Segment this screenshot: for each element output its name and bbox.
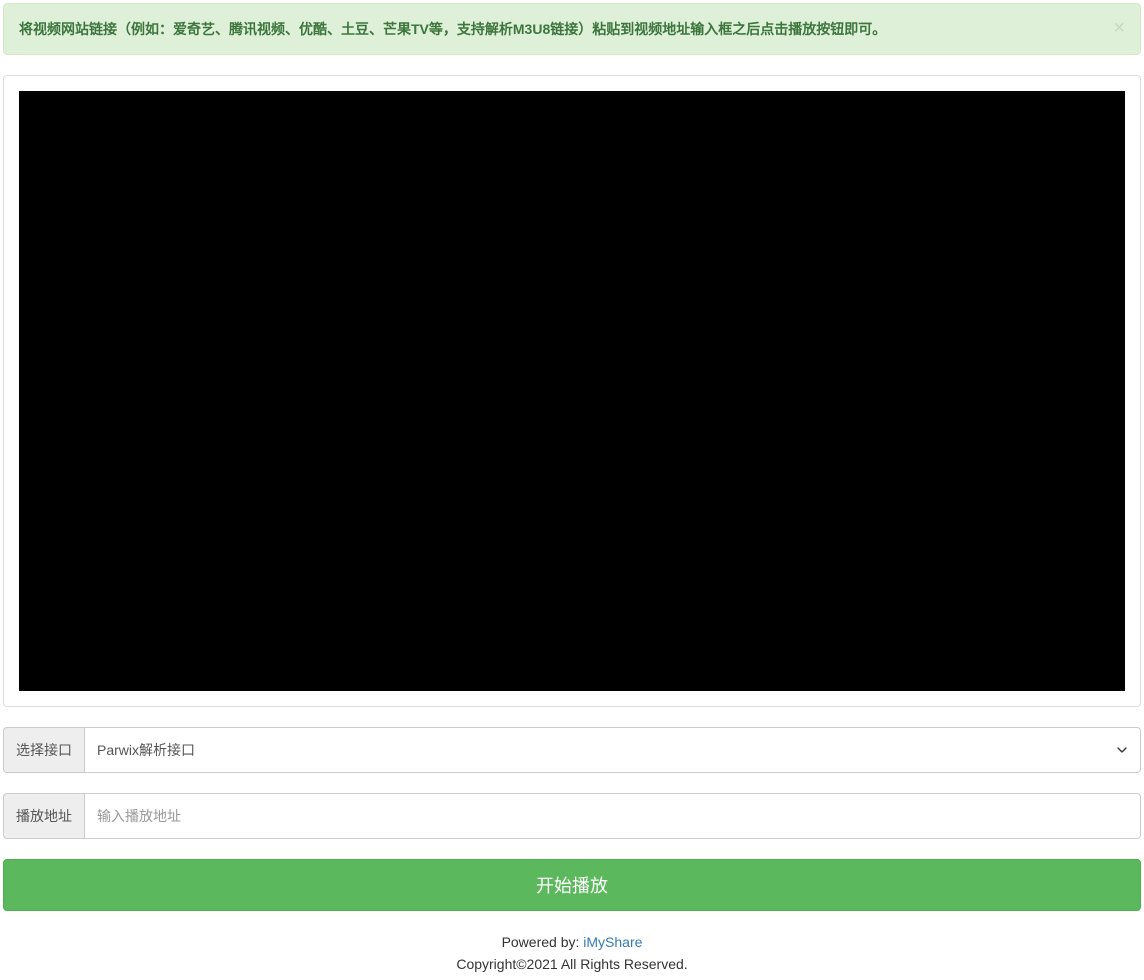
powered-by-line: Powered by: iMyShare [0, 931, 1144, 953]
info-alert: 将视频网站链接（例如：爱奇艺、腾讯视频、优酷、土豆、芒果TV等，支持解析M3U8… [3, 3, 1141, 55]
powered-by-text: Powered by: [502, 934, 584, 950]
url-input-label: 播放地址 [3, 793, 84, 839]
footer: Powered by: iMyShare Copyright©2021 All … [0, 931, 1144, 976]
url-input[interactable] [84, 793, 1141, 839]
interface-select-group: 选择接口 Parwix解析接口 [3, 727, 1141, 773]
interface-select-label: 选择接口 [3, 727, 84, 773]
url-input-group: 播放地址 [3, 793, 1141, 839]
video-panel [3, 75, 1141, 707]
copyright-text: Copyright©2021 All Rights Reserved. [0, 953, 1144, 975]
alert-close-button[interactable]: × [1113, 18, 1125, 38]
alert-message: 将视频网站链接（例如：爱奇艺、腾讯视频、优酷、土豆、芒果TV等，支持解析M3U8… [19, 21, 886, 37]
play-button[interactable]: 开始播放 [3, 859, 1141, 911]
powered-by-link[interactable]: iMyShare [583, 934, 642, 950]
video-player[interactable] [19, 91, 1125, 691]
interface-select[interactable]: Parwix解析接口 [84, 727, 1141, 773]
